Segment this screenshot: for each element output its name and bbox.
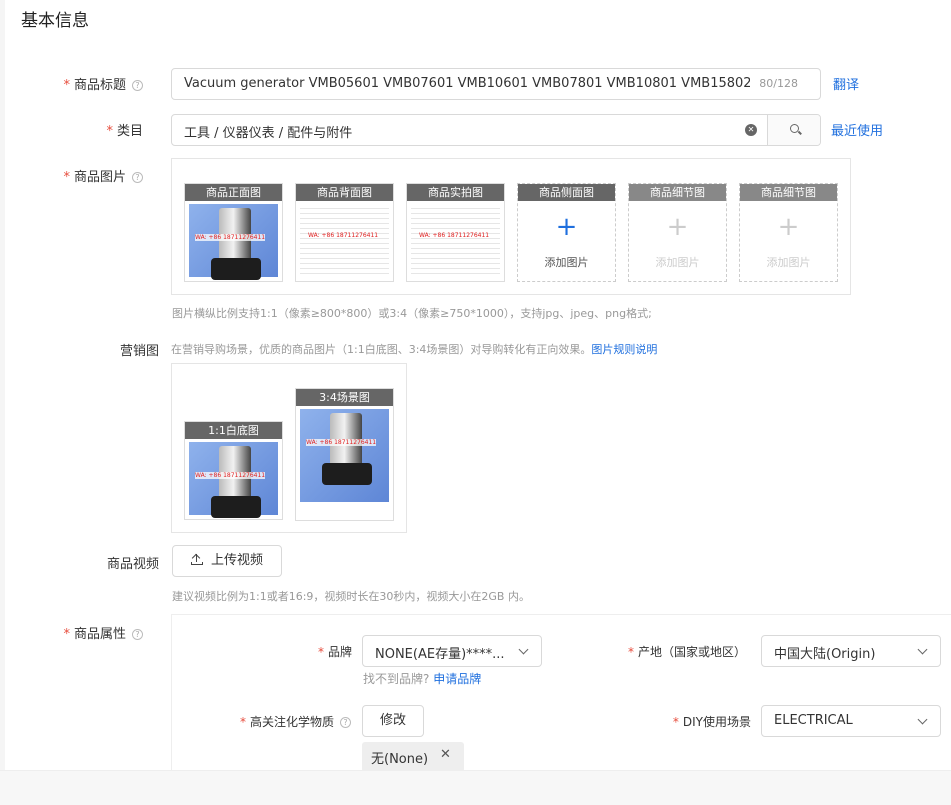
origin-select[interactable]: 中国大陆(Origin) [761, 635, 941, 667]
attributes-label: * 商品属性? [63, 623, 143, 642]
help-icon[interactable]: ? [340, 717, 351, 728]
diy-select[interactable]: ELECTRICAL [761, 705, 941, 737]
marketing-images-panel: WA: +86 18711276411 1:1白底图 WA: +86 18711… [171, 363, 407, 533]
chemical-tag: 无(None) ✕ [362, 742, 464, 772]
images-hint: 图片横纵比例支持1:1（像素≥800*800）或3:4（像素≥750*1000）… [172, 307, 652, 320]
video-hint: 建议视频比例为1:1或者16:9，视频时长在30秒内，视频大小在2GB 内。 [172, 590, 530, 603]
help-icon[interactable]: ? [132, 80, 143, 91]
product-images-panel: WA: +86 18711276411 商品正面图 WA: +86 187112… [171, 158, 851, 295]
title-char-count: 80/128 [759, 77, 798, 90]
category-search-button[interactable] [767, 115, 820, 145]
chemical-label: * 高关注化学物质? [240, 713, 351, 730]
title-input-value: Vacuum generator VMB05601 VMB07601 VMB10… [184, 76, 750, 91]
brand-not-found: 找不到品牌? 申请品牌 [363, 672, 482, 686]
plus-icon: + [666, 212, 689, 242]
category-select[interactable]: 工具 / 仪器仪表 / 配件与附件 ✕ [171, 114, 821, 146]
chevron-down-icon [917, 644, 928, 655]
image-slot-scene[interactable]: WA: +86 18711276411 3:4场景图 [295, 388, 394, 521]
apply-brand-link[interactable]: 申请品牌 [433, 672, 481, 686]
product-photo: WA: +86 18711276411 [189, 204, 278, 280]
spec-sheet-image: WA: +86 18711276411 [300, 204, 389, 277]
section-title: 基本信息 [21, 11, 89, 31]
image-slot-detail-1: 商品细节图 + 添加图片 [628, 183, 727, 282]
image-slot-white-bg[interactable]: WA: +86 18711276411 1:1白底图 [184, 421, 283, 520]
image-slot-side[interactable]: 商品侧面图 + 添加图片 [517, 183, 616, 282]
spec-sheet-image: WA: +86 18711276411 [411, 204, 500, 277]
recent-used-link[interactable]: 最近使用 [831, 120, 883, 139]
category-value: 工具 / 仪器仪表 / 配件与附件 [184, 126, 353, 141]
title-field-label: * 商品标题? [63, 74, 143, 93]
marketing-hint: 在营销导购场景，优质的商品图片（1:1白底图、3:4场景图）对导购转化有正向效果… [171, 343, 658, 356]
title-input[interactable]: Vacuum generator VMB05601 VMB07601 VMB10… [171, 68, 821, 100]
clear-icon[interactable]: ✕ [745, 124, 757, 136]
help-icon[interactable]: ? [132, 629, 143, 640]
chevron-down-icon [917, 714, 928, 725]
video-label: 商品视频 [106, 557, 159, 572]
product-photo: WA: +86 18711276411 [300, 409, 389, 502]
modify-chemical-button[interactable]: 修改 [362, 705, 424, 737]
chevron-down-icon [518, 644, 529, 655]
images-label: * 商品图片? [63, 166, 143, 185]
help-icon[interactable]: ? [132, 172, 143, 183]
marketing-label: 营销图 [119, 344, 159, 359]
brand-select[interactable]: NONE(AE存量)****... [362, 635, 542, 667]
diy-label: * DIY使用场景 [672, 715, 751, 729]
image-slot-detail-2: 商品细节图 + 添加图片 [739, 183, 838, 282]
footer-bar [0, 770, 951, 805]
upload-video-button[interactable]: 上传视频 [172, 545, 282, 577]
image-slot-back[interactable]: WA: +86 18711276411 商品背面图 [295, 183, 394, 282]
upload-icon [190, 553, 203, 565]
image-slot-front[interactable]: WA: +86 18711276411 商品正面图 [184, 183, 283, 282]
product-photo: WA: +86 18711276411 [189, 442, 278, 518]
image-rules-link[interactable]: 图片规则说明 [591, 343, 657, 356]
plus-icon: + [555, 212, 578, 242]
close-icon[interactable]: ✕ [440, 747, 451, 762]
page-left-edge [0, 0, 5, 770]
brand-label: * 品牌 [317, 645, 352, 659]
image-slot-real[interactable]: WA: +86 18711276411 商品实拍图 [406, 183, 505, 282]
translate-link[interactable]: 翻译 [833, 74, 859, 93]
plus-icon: + [777, 212, 800, 242]
origin-label: * 产地（国家或地区） [627, 645, 746, 659]
category-label: * 类目 [106, 124, 143, 139]
